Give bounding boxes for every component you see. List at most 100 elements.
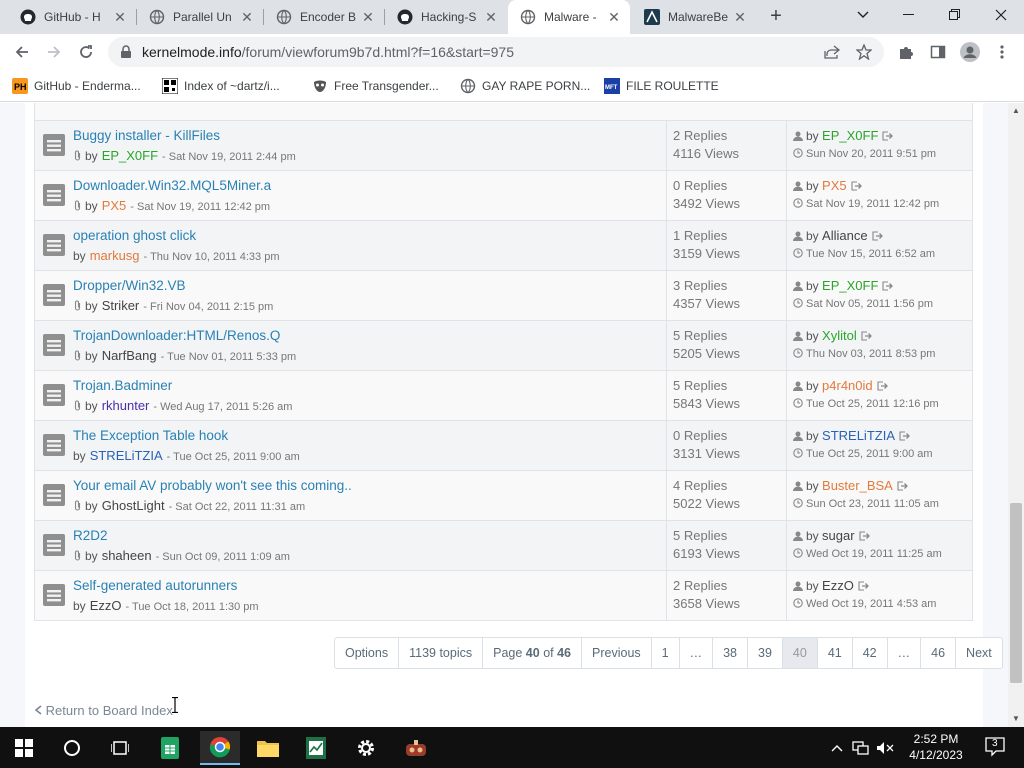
close-tab-icon[interactable]: ✕ <box>239 9 255 25</box>
goto-post-icon[interactable] <box>859 531 870 541</box>
close-tab-icon[interactable]: ✕ <box>360 9 376 25</box>
page-indicator[interactable]: Page 40 of 46 <box>482 638 581 668</box>
profile-button[interactable] <box>956 38 984 66</box>
close-tab-icon[interactable]: ✕ <box>112 9 128 25</box>
tab-3[interactable]: Encoder B ✕ <box>264 0 384 34</box>
bookmark-item[interactable]: GAY RAPE PORN... <box>460 76 590 96</box>
goto-post-icon[interactable] <box>858 581 869 591</box>
topic-author-link[interactable]: NarfBang <box>102 348 157 363</box>
goto-post-icon[interactable] <box>882 131 894 141</box>
menu-button[interactable] <box>988 38 1016 66</box>
goto-post-icon[interactable] <box>899 431 910 441</box>
bookmark-item[interactable]: MFT FILE ROULETTE <box>604 76 719 96</box>
close-tab-icon[interactable]: ✕ <box>732 9 748 25</box>
topic-author-link[interactable]: EP_X0FF <box>102 148 158 163</box>
topic-author-link[interactable]: Striker <box>102 298 140 313</box>
file-explorer-button[interactable] <box>248 731 288 765</box>
bookmark-item[interactable]: PH GitHub - Enderma... <box>12 76 141 96</box>
topic-author-link[interactable]: rkhunter <box>102 398 150 413</box>
tab-4[interactable]: Hacking-S ✕ <box>385 0 507 34</box>
scrollbar[interactable]: ▲ ▼ <box>1008 103 1024 727</box>
scroll-down-arrow-icon[interactable]: ▼ <box>1012 714 1020 723</box>
topic-title-link[interactable]: Downloader.Win32.MQL5Miner.a <box>73 178 271 193</box>
goto-post-icon[interactable] <box>872 231 883 241</box>
return-to-board-link[interactable]: Return to Board Index <box>34 703 173 718</box>
settings-button[interactable] <box>346 731 386 765</box>
topic-title-link[interactable]: The Exception Table hook <box>73 428 228 443</box>
page-42-button[interactable]: 42 <box>851 638 887 668</box>
topic-author-link[interactable]: GhostLight <box>102 498 165 513</box>
forward-button[interactable] <box>40 38 68 66</box>
topic-title-link[interactable]: Your email AV probably won't see this co… <box>73 478 352 493</box>
previous-page-button[interactable]: Previous <box>581 638 651 668</box>
last-post-author-link[interactable]: sugar <box>822 528 855 543</box>
tab-6[interactable]: MalwareBe ✕ <box>632 0 756 34</box>
start-button[interactable] <box>4 731 44 765</box>
page-1-button[interactable]: 1 <box>650 638 679 668</box>
chrome-app-button[interactable] <box>200 731 240 765</box>
page-41-button[interactable]: 41 <box>816 638 852 668</box>
minimize-button[interactable] <box>886 0 932 30</box>
reload-button[interactable] <box>72 38 100 66</box>
last-post-author-link[interactable]: EzzO <box>822 578 854 593</box>
game-app-button[interactable] <box>396 731 436 765</box>
new-tab-button[interactable]: + <box>764 5 788 29</box>
topic-title-link[interactable]: TrojanDownloader:HTML/Renos.Q <box>73 328 280 343</box>
last-post-author-link[interactable]: EP_X0FF <box>822 128 878 143</box>
last-post-author-link[interactable]: EP_X0FF <box>822 278 878 293</box>
last-post-author-link[interactable]: STRELiTZIA <box>822 428 895 443</box>
topic-author-link[interactable]: markusg <box>90 248 140 263</box>
topic-title-link[interactable]: Self-generated autorunners <box>73 578 237 593</box>
last-post-author-link[interactable]: Buster_BSA <box>822 478 893 493</box>
network-button[interactable] <box>850 731 872 765</box>
close-tab-icon[interactable]: ✕ <box>483 9 499 25</box>
spreadsheet-app-button[interactable] <box>296 731 336 765</box>
tab-2[interactable]: Parallel Un ✕ <box>137 0 263 34</box>
tab-5[interactable]: Malware - ✕ <box>508 0 630 34</box>
next-page-button[interactable]: Next <box>955 638 1002 668</box>
topic-title-link[interactable]: R2D2 <box>73 528 108 543</box>
topic-author-link[interactable]: PX5 <box>102 198 127 213</box>
restore-button[interactable] <box>932 0 978 30</box>
goto-post-icon[interactable] <box>877 381 888 391</box>
close-tab-icon[interactable]: ✕ <box>606 9 622 25</box>
goto-post-icon[interactable] <box>882 281 894 291</box>
page-46-button[interactable]: 46 <box>920 638 955 668</box>
search-button[interactable] <box>52 731 92 765</box>
options-button[interactable]: Options <box>335 638 398 668</box>
side-panel-button[interactable] <box>924 38 952 66</box>
topic-title-link[interactable]: operation ghost click <box>73 228 196 243</box>
topic-author-link[interactable]: EzzO <box>90 598 122 613</box>
share-icon[interactable] <box>824 45 840 59</box>
taskbar-clock[interactable]: 2:52 PM 4/12/2023 <box>898 731 974 763</box>
last-post-author-link[interactable]: PX5 <box>822 178 847 193</box>
volume-button[interactable] <box>874 731 896 765</box>
close-window-button[interactable] <box>978 0 1024 30</box>
goto-post-icon[interactable] <box>861 331 872 341</box>
task-view-button[interactable] <box>100 731 140 765</box>
address-bar[interactable]: kernelmode.info/forum/viewforum9b7d.html… <box>108 37 884 67</box>
topic-author-link[interactable]: shaheen <box>102 548 152 563</box>
topic-title-link[interactable]: Buggy installer - KillFiles <box>73 128 220 143</box>
topic-title-link[interactable]: Trojan.Badminer <box>73 378 172 393</box>
bookmark-item[interactable]: Free Transgender... <box>312 76 439 96</box>
show-hidden-icons-button[interactable] <box>826 731 848 765</box>
tab-1[interactable]: GitHub - H ✕ <box>8 0 136 34</box>
last-post-author-link[interactable]: Xylitol <box>822 328 857 343</box>
topic-title-link[interactable]: Dropper/Win32.VB <box>73 278 186 293</box>
goto-post-icon[interactable] <box>897 481 908 491</box>
action-center-button[interactable]: 3 <box>984 735 1006 757</box>
sheets-app-button[interactable] <box>150 731 190 765</box>
topic-author-link[interactable]: STRELiTZIA <box>90 448 163 463</box>
last-post-author-link[interactable]: Alliance <box>822 228 868 243</box>
page-38-button[interactable]: 38 <box>712 638 747 668</box>
goto-post-icon[interactable] <box>851 181 862 191</box>
scrollbar-thumb[interactable] <box>1010 503 1022 683</box>
star-icon[interactable] <box>856 44 872 60</box>
page-39-button[interactable]: 39 <box>747 638 782 668</box>
last-post-author-link[interactable]: p4r4n0id <box>822 378 873 393</box>
back-button[interactable] <box>8 38 36 66</box>
extensions-button[interactable] <box>892 38 920 66</box>
scroll-up-arrow-icon[interactable]: ▲ <box>1012 106 1020 115</box>
tab-search-button[interactable] <box>840 0 886 30</box>
